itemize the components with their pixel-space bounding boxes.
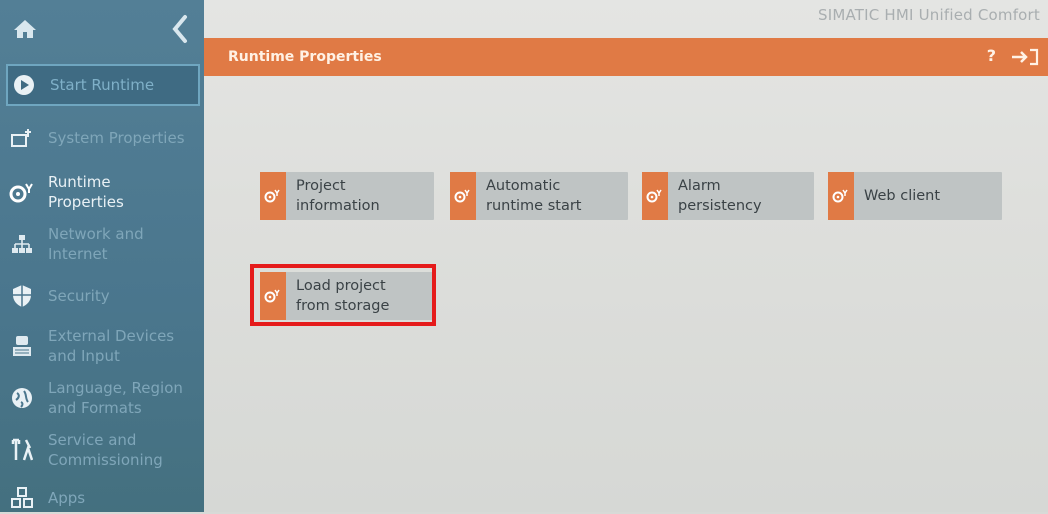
runtime-icon — [642, 172, 668, 220]
page-header: Runtime Properties ? — [204, 38, 1048, 76]
sidebar-item-label: System Properties — [48, 129, 185, 147]
tile-automatic-runtime-start[interactable]: Automatic runtime start — [450, 172, 628, 220]
page-title: Runtime Properties — [228, 49, 382, 65]
tile-label: Web client — [864, 188, 941, 204]
tools-icon — [6, 434, 38, 466]
sidebar-item-start-runtime[interactable]: Start Runtime — [6, 64, 200, 106]
tile-label: Project information — [296, 178, 380, 214]
chevron-left-icon[interactable] — [170, 14, 190, 44]
shield-icon — [6, 280, 38, 312]
sidebar-item-language[interactable]: Language, Region and Formats — [6, 376, 202, 420]
sidebar-top — [0, 0, 204, 60]
sidebar-item-label: Network and Internet — [48, 225, 144, 263]
sidebar-item-security[interactable]: Security — [6, 278, 202, 314]
sidebar-item-label: Start Runtime — [50, 76, 155, 94]
sidebar-item-external-devices[interactable]: External Devices and Input — [6, 324, 202, 368]
sidebar-item-label: Language, Region and Formats — [48, 379, 183, 417]
tile-label: Automatic runtime start — [486, 178, 582, 214]
sidebar-item-label: Apps — [48, 489, 86, 507]
tile-project-information[interactable]: Project information — [260, 172, 434, 220]
runtime-icon — [450, 172, 476, 220]
tile-label: Alarm persistency — [678, 178, 762, 214]
network-icon — [6, 228, 38, 260]
sidebar-item-apps[interactable]: Apps — [6, 482, 202, 514]
sidebar-item-label: External Devices and Input — [48, 327, 175, 365]
sidebar-item-service[interactable]: Service and Commissioning — [6, 428, 202, 472]
apps-icon — [6, 482, 38, 514]
brand-title: SIMATIC HMI Unified Comfort — [817, 6, 1040, 24]
exit-icon[interactable] — [1010, 47, 1040, 67]
main-panel: SIMATIC HMI Unified Comfort Runtime Prop… — [204, 0, 1048, 512]
sidebar-item-runtime-properties[interactable]: Runtime Properties — [6, 170, 202, 214]
sidebar-item-label: Security — [48, 287, 110, 305]
sidebar-item-system-properties[interactable]: System Properties — [6, 118, 202, 158]
sidebar-item-network[interactable]: Network and Internet — [6, 222, 202, 266]
home-icon[interactable] — [12, 18, 38, 40]
keyboard-icon — [6, 330, 38, 362]
play-circle-icon — [8, 69, 40, 101]
globe-icon — [6, 382, 38, 414]
runtime-icon — [828, 172, 854, 220]
runtime-icon — [260, 172, 286, 220]
tile-web-client[interactable]: Web client — [828, 172, 1002, 220]
tile-alarm-persistency[interactable]: Alarm persistency — [642, 172, 814, 220]
runtime-icon — [6, 176, 38, 208]
highlight-annotation — [250, 264, 436, 326]
help-button[interactable]: ? — [987, 46, 996, 65]
settings-icon — [6, 122, 38, 154]
sidebar-item-label: Service and Commissioning — [48, 431, 163, 469]
sidebar: Start Runtime System Properties Runtime … — [0, 0, 204, 512]
sidebar-item-label: Runtime Properties — [48, 173, 124, 211]
